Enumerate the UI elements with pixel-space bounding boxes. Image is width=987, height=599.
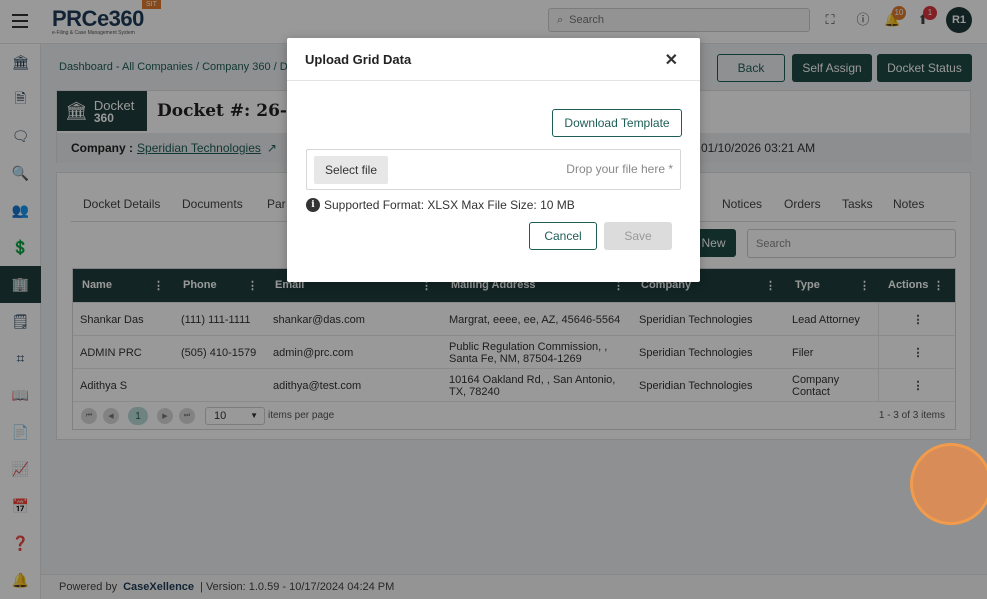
drop-hint: Drop your file here * <box>566 162 673 176</box>
info-icon: i <box>306 198 320 212</box>
dialog-header: Upload Grid Data ✕ <box>287 38 700 81</box>
format-info: i Supported Format: XLSX Max File Size: … <box>306 198 575 212</box>
file-drop-zone[interactable]: Select file Drop your file here * <box>306 149 681 190</box>
dialog-title: Upload Grid Data <box>305 51 412 67</box>
download-template-button[interactable]: Download Template <box>552 109 682 137</box>
cancel-button[interactable]: Cancel <box>529 222 597 250</box>
format-info-text: Supported Format: XLSX Max File Size: 10… <box>324 198 575 212</box>
upload-grid-data-dialog: Upload Grid Data ✕ Download Template Sel… <box>287 38 700 282</box>
close-icon[interactable]: ✕ <box>665 50 678 70</box>
select-file-button[interactable]: Select file <box>314 156 388 184</box>
cursor-highlight <box>910 443 987 525</box>
save-button[interactable]: Save <box>604 222 672 250</box>
